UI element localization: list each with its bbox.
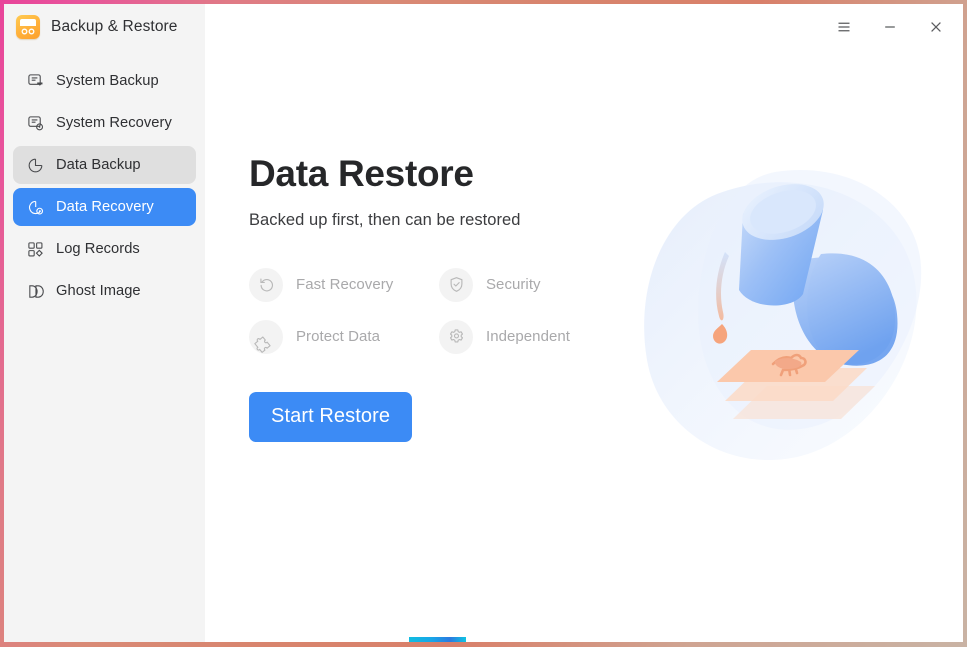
undo-arrow-icon [249,267,283,302]
data-backup-icon [26,156,44,174]
window-body: Backup & Restore System Backup System Re… [4,4,963,642]
feature-label: Security [486,276,541,294]
sidebar-item-label: System Recovery [56,115,172,131]
sidebar-item-system-recovery[interactable]: System Recovery [13,104,196,142]
app-icon-lid [20,19,36,26]
hamburger-menu-icon[interactable] [831,14,857,40]
sidebar-item-label: Data Backup [56,157,141,173]
close-icon[interactable] [923,14,949,40]
content-block: Data Restore Backed up first, then can b… [249,153,629,442]
sidebar-nav: System Backup System Recovery Data Backu… [4,62,205,310]
pouring-vessel-onto-layers-illustration [625,154,945,484]
application-window: Backup & Restore System Backup System Re… [0,0,967,647]
sidebar-item-label: Log Records [56,241,140,257]
start-restore-button[interactable]: Start Restore [249,391,413,442]
sidebar-item-label: Data Recovery [56,199,154,215]
log-records-icon [26,240,44,258]
sidebar: Backup & Restore System Backup System Re… [4,4,205,642]
puzzle-piece-icon [249,319,283,354]
feature-security: Security [439,267,629,302]
sidebar-item-log-records[interactable]: Log Records [13,230,196,268]
data-recovery-icon [26,198,44,216]
feature-label: Fast Recovery [296,276,394,294]
sidebar-item-ghost-image[interactable]: Ghost Image [13,272,196,310]
gear-icon [439,319,473,354]
brand-title: Backup & Restore [51,18,178,35]
feature-independent: Independent [439,319,629,354]
sidebar-item-data-recovery[interactable]: Data Recovery [13,188,196,226]
feature-fast-recovery: Fast Recovery [249,267,439,302]
backup-app-icon [16,15,40,39]
brand-header: Backup & Restore [4,4,205,50]
sidebar-item-system-backup[interactable]: System Backup [13,62,196,100]
system-recovery-icon [26,114,44,132]
page-title: Data Restore [249,153,474,194]
feature-protect-data: Protect Data [249,319,439,354]
feature-label: Independent [486,328,570,346]
feature-list: Fast Recovery Security Protect Data Inde… [249,267,629,354]
ghost-image-icon [26,282,44,300]
feature-label: Protect Data [296,328,380,346]
main-panel: Data Restore Backed up first, then can b… [205,4,963,642]
minimize-icon[interactable] [877,14,903,40]
sidebar-item-label: System Backup [56,73,159,89]
titlebar [205,4,963,50]
sidebar-item-data-backup[interactable]: Data Backup [13,146,196,184]
bottom-accent-strip [409,637,466,642]
sidebar-item-label: Ghost Image [56,283,141,299]
system-backup-icon [26,72,44,90]
app-icon-loop [21,28,35,35]
shield-check-icon [439,267,473,302]
page-subtitle: Backed up first, then can be restored [249,210,521,229]
